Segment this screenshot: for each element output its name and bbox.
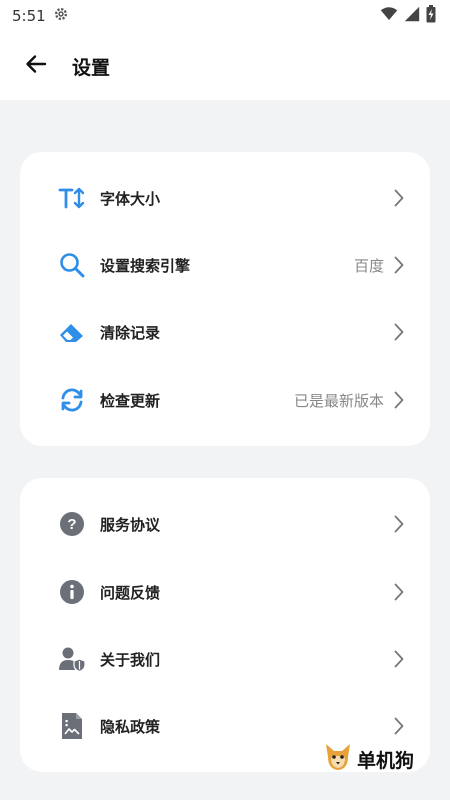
search-engine-value: 百度 (353, 256, 384, 275)
service-agreement-row[interactable]: ? 服务协议 (20, 494, 430, 554)
chevron-right-icon (392, 323, 406, 341)
font-size-row[interactable]: 字体大小 (20, 168, 430, 228)
check-update-label: 检查更新 (100, 391, 161, 410)
clear-records-row[interactable]: 清除记录 (20, 302, 430, 362)
settings-card-about: ? 服务协议 问题反馈 关于我们 隐私政策 (20, 478, 430, 772)
status-right (380, 5, 436, 27)
eraser-icon (58, 318, 86, 346)
chevron-right-icon (392, 650, 406, 668)
about-us-label: 关于我们 (100, 650, 161, 669)
battery-icon (426, 5, 436, 27)
check-update-row[interactable]: 检查更新 已是最新版本 (20, 370, 430, 430)
feedback-row[interactable]: 问题反馈 (20, 562, 430, 622)
refresh-icon (58, 386, 86, 414)
dog-logo-icon (323, 742, 353, 776)
back-button[interactable] (16, 46, 56, 86)
clear-records-label: 清除记录 (100, 323, 161, 342)
settings-card-general: 字体大小 设置搜索引擎 百度 清除记录 检查更新 已是最新版本 (20, 152, 430, 446)
status-bar: 5:51 (0, 0, 450, 32)
status-time: 5:51 (12, 7, 46, 25)
search-engine-row[interactable]: 设置搜索引擎 百度 (20, 235, 430, 295)
chevron-right-icon (392, 515, 406, 533)
app-bar: 设置 (0, 40, 450, 92)
user-shield-icon (58, 645, 86, 673)
feedback-label: 问题反馈 (100, 583, 161, 602)
status-left: 5:51 (12, 5, 70, 27)
search-engine-label: 设置搜索引擎 (100, 256, 191, 275)
svg-text:?: ? (67, 516, 76, 533)
signal-icon (404, 6, 420, 26)
watermark-text: 单机狗 (356, 749, 414, 772)
chevron-right-icon (392, 583, 406, 601)
search-icon (58, 251, 86, 279)
font-size-label: 字体大小 (100, 189, 161, 208)
top-bar: 5:51 设置 (0, 0, 450, 100)
arrow-left-icon (24, 52, 48, 80)
service-agreement-label: 服务协议 (100, 515, 161, 534)
chevron-right-icon (392, 391, 406, 409)
chevron-right-icon (392, 717, 406, 735)
chevron-right-icon (392, 189, 406, 207)
info-circle-icon (58, 578, 86, 606)
text-size-icon (58, 184, 86, 212)
watermark: 单机狗 (323, 742, 414, 776)
page-title: 设置 (72, 56, 111, 79)
help-circle-icon: ? (58, 510, 86, 538)
privacy-policy-label: 隐私政策 (100, 717, 161, 736)
gear-icon (52, 5, 70, 27)
chevron-right-icon (392, 256, 406, 274)
about-us-row[interactable]: 关于我们 (20, 629, 430, 689)
wifi-icon (380, 6, 398, 26)
update-status-value: 已是最新版本 (293, 391, 384, 410)
document-icon (58, 712, 86, 740)
